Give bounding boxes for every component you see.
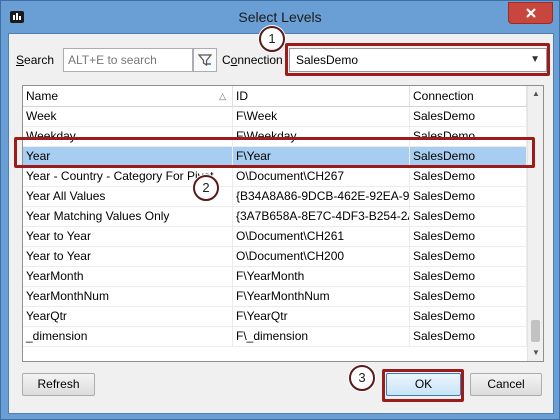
callout-2: 2 bbox=[193, 175, 219, 201]
dialog-body: Search ALT+E to search Connection SalesD… bbox=[8, 26, 554, 414]
search-label: Search bbox=[16, 53, 55, 67]
cell-id: F\_dimension bbox=[233, 327, 410, 346]
cell-id: {3A7B658A-8E7C-4DF3-B254-2AE bbox=[233, 207, 410, 226]
scroll-up-icon[interactable]: ▲ bbox=[528, 86, 543, 102]
cell-connection: SalesDemo bbox=[410, 187, 527, 206]
scroll-down-icon[interactable]: ▼ bbox=[528, 345, 543, 361]
table-row[interactable]: _dimension F\_dimension SalesDemo bbox=[23, 327, 527, 347]
connection-highlight-box bbox=[285, 43, 550, 76]
table-row[interactable]: Year to Year O\Document\CH261 SalesDemo bbox=[23, 227, 527, 247]
table-row[interactable]: YearMonth F\YearMonth SalesDemo bbox=[23, 267, 527, 287]
cell-name: Year to Year bbox=[23, 227, 233, 246]
table-header: Name △ ID Connection bbox=[23, 86, 527, 107]
levels-table[interactable]: Name △ ID Connection Week F\Week SalesDemo… bbox=[22, 85, 544, 362]
cell-connection: SalesDemo bbox=[410, 327, 527, 346]
cell-id: O\Document\CH267 bbox=[233, 167, 410, 186]
cell-id: {B34A8A86-9DCB-462E-92EA-968 bbox=[233, 187, 410, 206]
scroll-thumb[interactable] bbox=[531, 320, 540, 342]
sort-ascending-icon: △ bbox=[219, 91, 226, 101]
column-header-connection[interactable]: Connection bbox=[410, 86, 527, 106]
cell-name: _dimension bbox=[23, 327, 233, 346]
filter-button[interactable] bbox=[193, 48, 217, 72]
cell-name: YearMonthNum bbox=[23, 287, 233, 306]
close-icon bbox=[525, 8, 536, 18]
table-row[interactable]: Year to Year O\Document\CH200 SalesDemo bbox=[23, 247, 527, 267]
cell-connection: SalesDemo bbox=[410, 227, 527, 246]
vertical-scrollbar[interactable]: ▲ ▼ bbox=[527, 86, 543, 361]
column-header-id[interactable]: ID bbox=[233, 86, 410, 106]
callout-3: 3 bbox=[349, 365, 375, 391]
cell-name: Year to Year bbox=[23, 247, 233, 266]
cell-id: O\Document\CH261 bbox=[233, 227, 410, 246]
cell-id: F\Week bbox=[233, 107, 410, 126]
cell-name: YearQtr bbox=[23, 307, 233, 326]
search-input[interactable]: ALT+E to search bbox=[63, 48, 193, 72]
filter-icon bbox=[197, 54, 213, 67]
refresh-button[interactable]: Refresh bbox=[22, 373, 95, 396]
table-row[interactable]: Year - Country - Category For Pivot O\Doc… bbox=[23, 167, 527, 187]
cell-name: Week bbox=[23, 107, 233, 126]
table-row[interactable]: Year Matching Values Only {3A7B658A-8E7C-… bbox=[23, 207, 527, 227]
cell-connection: SalesDemo bbox=[410, 287, 527, 306]
connection-label: Connection bbox=[222, 53, 283, 67]
ok-highlight-box bbox=[382, 369, 464, 402]
table-row[interactable]: YearMonthNum F\YearMonthNum SalesDemo bbox=[23, 287, 527, 307]
cell-name: YearMonth bbox=[23, 267, 233, 286]
cell-connection: SalesDemo bbox=[410, 247, 527, 266]
cell-id: O\Document\CH200 bbox=[233, 247, 410, 266]
cell-connection: SalesDemo bbox=[410, 207, 527, 226]
window-title: Select Levels bbox=[238, 9, 322, 25]
cell-connection: SalesDemo bbox=[410, 267, 527, 286]
select-levels-dialog: Select Levels Search ALT+E to search Con… bbox=[0, 0, 560, 420]
table-row[interactable]: Week F\Week SalesDemo bbox=[23, 107, 527, 127]
cell-connection: SalesDemo bbox=[410, 167, 527, 186]
table-row[interactable]: Year All Values {B34A8A86-9DCB-462E-92EA-… bbox=[23, 187, 527, 207]
selected-row-highlight-box bbox=[14, 137, 535, 168]
table-row[interactable]: YearQtr F\YearQtr SalesDemo bbox=[23, 307, 527, 327]
cell-name: Year Matching Values Only bbox=[23, 207, 233, 226]
close-button[interactable] bbox=[508, 2, 553, 24]
column-header-label: Name bbox=[26, 89, 59, 103]
callout-1: 1 bbox=[259, 26, 285, 52]
column-header-name[interactable]: Name △ bbox=[23, 86, 233, 106]
cell-connection: SalesDemo bbox=[410, 307, 527, 326]
cell-connection: SalesDemo bbox=[410, 107, 527, 126]
cell-id: F\YearMonth bbox=[233, 267, 410, 286]
cell-id: F\YearQtr bbox=[233, 307, 410, 326]
cancel-button[interactable]: Cancel bbox=[470, 373, 542, 396]
cell-id: F\YearMonthNum bbox=[233, 287, 410, 306]
